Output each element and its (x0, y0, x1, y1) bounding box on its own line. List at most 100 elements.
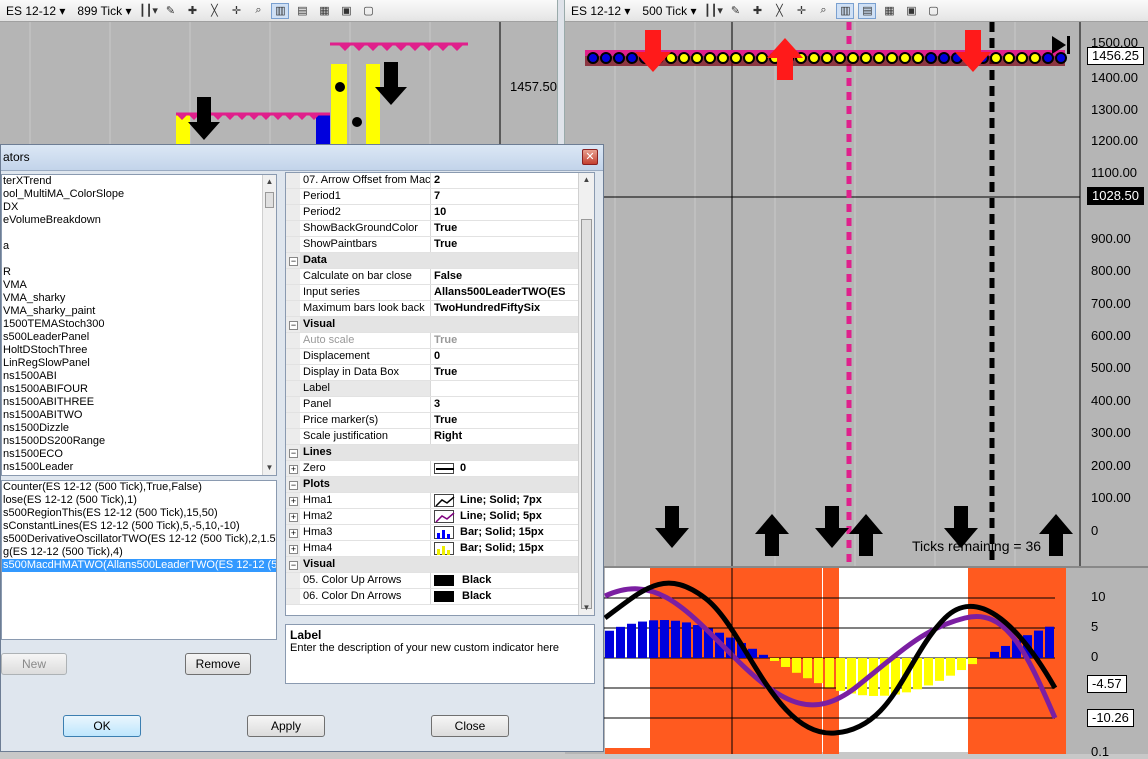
right-chart-oscillator-panel[interactable]: 10 5 0 0.1 -4.57 -10.26 (565, 566, 1148, 752)
available-indicator-item[interactable]: s500LeaderPanel (2, 331, 276, 344)
available-indicator-item[interactable]: VMA_sharky_paint (2, 305, 276, 318)
chart-icon[interactable]: ▦ (315, 3, 333, 19)
property-row[interactable]: Display in Data BoxTrue (286, 365, 578, 381)
property-value[interactable]: True (431, 333, 578, 348)
properties-icon[interactable]: ▢ (924, 3, 942, 19)
period-selector-right[interactable]: 500 Tick ▾ (636, 4, 702, 18)
scroll-thumb[interactable] (265, 192, 274, 208)
ok-button[interactable]: OK (63, 715, 141, 737)
property-value[interactable]: Line; Solid; 7px (431, 493, 578, 508)
configured-indicator-item[interactable]: s500MacdHMATWO(Allans500LeaderTWO(ES 12-… (2, 559, 276, 572)
property-value[interactable]: True (431, 413, 578, 428)
properties-scroll-thumb[interactable] (581, 219, 592, 609)
property-value[interactable]: 7 (431, 189, 578, 204)
property-value[interactable]: False (431, 269, 578, 284)
collapse-icon[interactable]: − (289, 449, 298, 458)
collapse-icon[interactable]: − (289, 561, 298, 570)
available-indicator-item[interactable]: ns1500Dizzle (2, 422, 276, 435)
close-icon[interactable]: ✕ (582, 149, 598, 165)
property-row[interactable]: +Hma3Bar; Solid; 15px (286, 525, 578, 541)
property-value[interactable]: 10 (431, 205, 578, 220)
configured-indicator-item[interactable]: lose(ES 12-12 (500 Tick),1) (2, 494, 276, 507)
expand-icon[interactable]: + (289, 465, 298, 474)
zoom-icon[interactable]: ⌕ (814, 3, 832, 19)
configured-indicator-item[interactable]: g(ES 12-12 (500 Tick),4) (2, 546, 276, 559)
available-indicator-item[interactable]: ns1500ABITWO (2, 409, 276, 422)
available-indicators-list[interactable]: terXTrendool_MultiMA_ColorSlopeDXeVolume… (1, 174, 277, 476)
strategies-icon[interactable]: ▤ (858, 3, 876, 19)
available-indicator-item[interactable]: a (2, 240, 276, 253)
configured-indicator-item[interactable]: sConstantLines(ES 12-12 (500 Tick),5,-5,… (2, 520, 276, 533)
indicators-icon[interactable]: ▥ (836, 3, 854, 19)
right-chart-price-panel[interactable]: 1500.00 1400.00 1300.00 1200.00 1100.00 … (565, 22, 1148, 566)
scroll-up-icon[interactable]: ▲ (263, 175, 276, 189)
available-indicator-item[interactable]: HoltDStochThree (2, 344, 276, 357)
dialog-titlebar[interactable]: ators ✕ (1, 145, 603, 171)
pencil-icon[interactable]: ✎ (161, 3, 179, 19)
property-row[interactable]: Scale justificationRight (286, 429, 578, 445)
property-row[interactable]: +Zero0 (286, 461, 578, 477)
add-indicator-icon[interactable]: ✚ (183, 3, 201, 19)
properties-scrollbar[interactable]: ▲ ▼ (578, 173, 594, 615)
property-category[interactable]: −Visual (286, 557, 578, 573)
property-value[interactable]: Bar; Solid; 15px (431, 525, 578, 540)
property-row[interactable]: Label (286, 381, 578, 397)
property-category[interactable]: −Plots (286, 477, 578, 493)
property-row[interactable]: Displacement0 (286, 349, 578, 365)
property-row[interactable]: Price marker(s)True (286, 413, 578, 429)
property-value[interactable]: 3 (431, 397, 578, 412)
property-row[interactable]: Panel3 (286, 397, 578, 413)
property-row[interactable]: ShowPaintbarsTrue (286, 237, 578, 253)
available-indicator-item[interactable] (2, 227, 276, 240)
property-row[interactable]: ShowBackGroundColorTrue (286, 221, 578, 237)
available-indicator-item[interactable]: DX (2, 201, 276, 214)
strategies-icon[interactable]: ▤ (293, 3, 311, 19)
new-button[interactable]: New (1, 653, 67, 675)
property-row[interactable]: 06. Color Dn ArrowsBlack (286, 589, 578, 605)
property-value[interactable]: TwoHundredFiftySix (431, 301, 578, 316)
expand-icon[interactable]: + (289, 513, 298, 522)
property-row[interactable]: Period17 (286, 189, 578, 205)
available-indicator-item[interactable]: ns1500ECO (2, 448, 276, 461)
available-indicator-item[interactable]: ns1500DS200Range (2, 435, 276, 448)
available-indicator-item[interactable]: R (2, 266, 276, 279)
property-category[interactable]: −Data (286, 253, 578, 269)
crosshair-icon[interactable]: ✛ (792, 3, 810, 19)
available-list-scrollbar[interactable]: ▲ ▼ (262, 175, 276, 475)
scroll-down-icon[interactable]: ▼ (579, 601, 594, 615)
property-row[interactable]: Calculate on bar closeFalse (286, 269, 578, 285)
remove-icon[interactable]: ╳ (205, 3, 223, 19)
indicators-icon[interactable]: ▥ (271, 3, 289, 19)
property-value[interactable]: True (431, 221, 578, 236)
collapse-icon[interactable]: − (289, 481, 298, 490)
property-value[interactable]: Bar; Solid; 15px (431, 541, 578, 556)
add-indicator-icon[interactable]: ✚ (748, 3, 766, 19)
property-category[interactable]: −Lines (286, 445, 578, 461)
property-row[interactable]: 05. Color Up ArrowsBlack (286, 573, 578, 589)
collapse-icon[interactable]: − (289, 257, 298, 266)
property-value[interactable]: 0 (431, 461, 578, 476)
available-indicator-item[interactable]: ns1500ABI (2, 370, 276, 383)
bar-type-icon[interactable]: ┃┃▾ (704, 3, 722, 19)
available-indicator-item[interactable]: VMA_sharky (2, 292, 276, 305)
property-value[interactable]: Right (431, 429, 578, 444)
property-row[interactable]: Maximum bars look backTwoHundredFiftySix (286, 301, 578, 317)
collapse-icon[interactable]: − (289, 321, 298, 330)
apply-button[interactable]: Apply (247, 715, 325, 737)
available-indicator-item[interactable]: LinRegSlowPanel (2, 357, 276, 370)
expand-icon[interactable]: + (289, 497, 298, 506)
configured-indicator-item[interactable]: s500RegionThis(ES 12-12 (500 Tick),15,50… (2, 507, 276, 520)
configured-indicator-item[interactable]: Counter(ES 12-12 (500 Tick),True,False) (2, 481, 276, 494)
lock-icon[interactable]: ▣ (902, 3, 920, 19)
property-row[interactable]: Input seriesAllans500LeaderTWO(ES (286, 285, 578, 301)
available-indicator-item[interactable]: terXTrend (2, 175, 276, 188)
bar-type-icon[interactable]: ┃┃▾ (139, 3, 157, 19)
expand-icon[interactable]: + (289, 529, 298, 538)
properties-icon[interactable]: ▢ (359, 3, 377, 19)
property-value[interactable]: Allans500LeaderTWO(ES (431, 285, 578, 300)
property-row[interactable]: 07. Arrow Offset from Mac2 (286, 173, 578, 189)
available-indicator-item[interactable]: ns1500ABITHREE (2, 396, 276, 409)
property-value[interactable]: Black (431, 573, 578, 588)
available-indicator-item[interactable]: 1500TEMAStoch300 (2, 318, 276, 331)
zoom-icon[interactable]: ⌕ (249, 3, 267, 19)
